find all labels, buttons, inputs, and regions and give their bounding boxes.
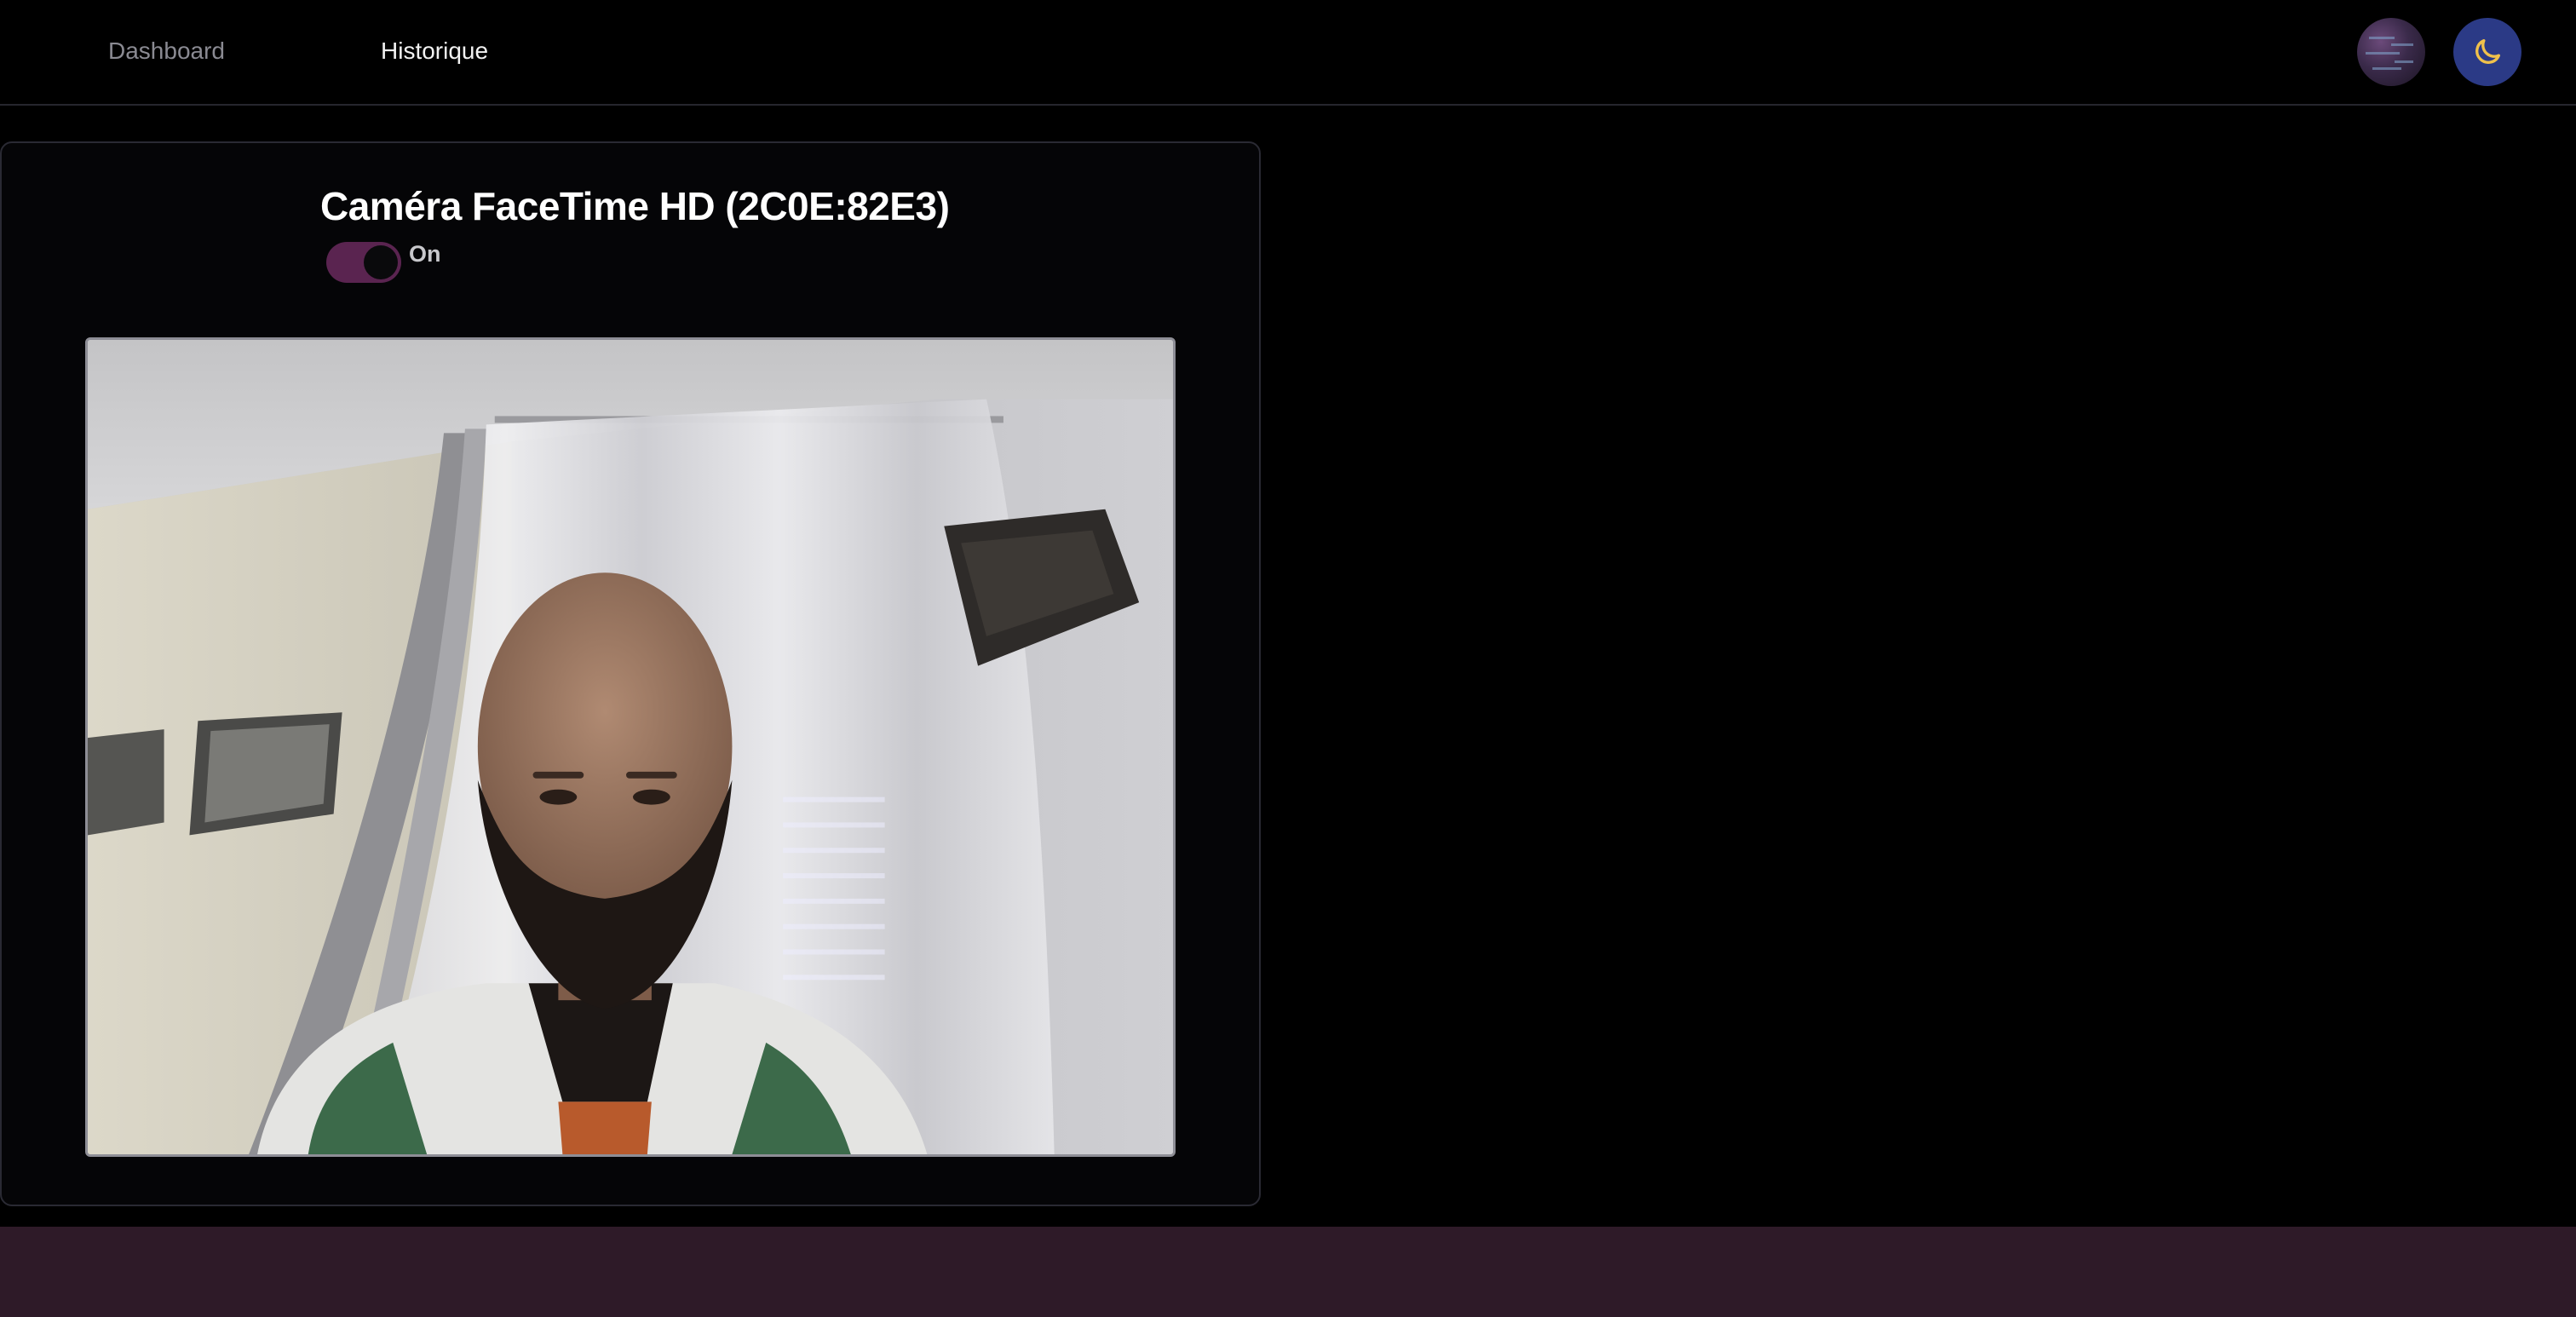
footer-bar: [0, 1227, 2576, 1317]
moon-icon: [2475, 39, 2500, 64]
theme-toggle-button[interactable]: [2453, 18, 2521, 86]
camera-toggle-label: On: [409, 241, 441, 267]
nav-link-historique[interactable]: Historique: [381, 34, 488, 68]
top-navbar: Dashboard Historique: [0, 0, 2576, 106]
toggle-knob: [364, 245, 398, 279]
camera-title: Caméra FaceTime HD (2C0E:82E3): [320, 184, 950, 228]
webcam-feed: [88, 340, 1173, 1154]
camera-toggle[interactable]: [326, 242, 401, 283]
camera-video-feed: [85, 337, 1176, 1157]
nav-link-dashboard[interactable]: Dashboard: [108, 34, 225, 68]
user-avatar[interactable]: [2357, 18, 2425, 86]
